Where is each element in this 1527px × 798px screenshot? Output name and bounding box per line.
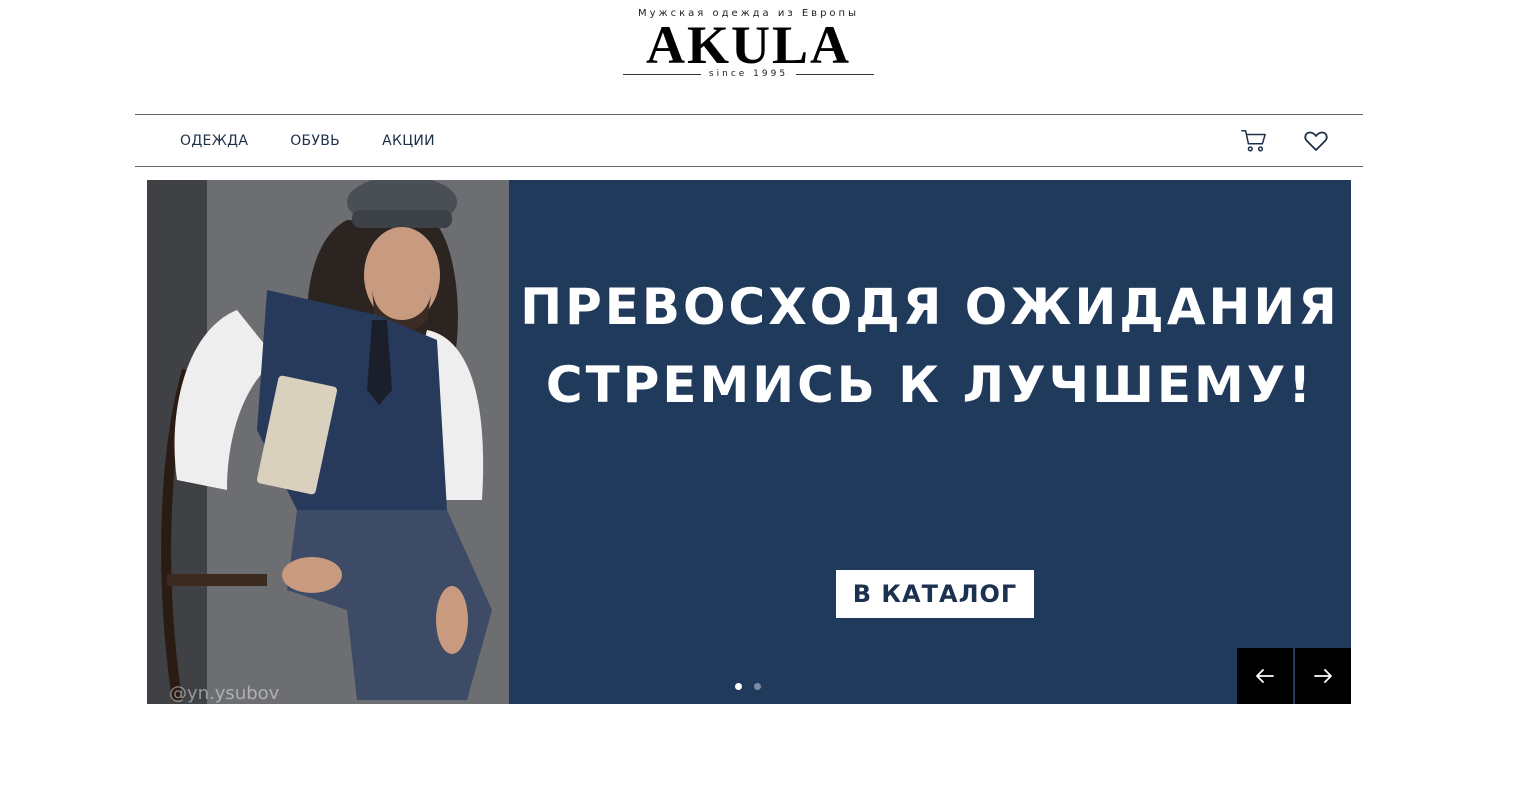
photo-watermark: @yn.ysubov bbox=[169, 683, 280, 704]
catalog-button[interactable]: В КАТАЛОГ bbox=[836, 570, 1034, 618]
hero-banner: @yn.ysubov ПРЕВОСХОДЯ ОЖИДАНИЯ СТРЕМИСЬ … bbox=[147, 180, 1351, 704]
main-navbar: ОДЕЖДА ОБУВЬ АКЦИИ bbox=[135, 114, 1363, 167]
hero-headline-line1: ПРЕВОСХОДЯ ОЖИДАНИЯ bbox=[520, 278, 1340, 336]
heart-icon[interactable] bbox=[1303, 128, 1329, 154]
carousel-next-button[interactable] bbox=[1295, 648, 1351, 704]
carousel-dot-1[interactable] bbox=[735, 683, 742, 690]
carousel-dots bbox=[735, 683, 761, 690]
nav-link-shoes[interactable]: ОБУВЬ bbox=[290, 133, 340, 149]
logo-wordmark: AKULA bbox=[645, 15, 851, 75]
carousel-dot-2[interactable] bbox=[754, 683, 761, 690]
logo-rule-right bbox=[796, 73, 875, 75]
nav-icons bbox=[1241, 115, 1329, 166]
logo-rule-left bbox=[622, 73, 701, 75]
cart-icon[interactable] bbox=[1241, 128, 1267, 154]
hero-model-photo: @yn.ysubov bbox=[147, 180, 509, 704]
nav-link-clothing[interactable]: ОДЕЖДА bbox=[180, 133, 248, 149]
logo-since-row: since 1995 bbox=[0, 69, 1497, 79]
hero-headline-line2: СТРЕМИСЬ К ЛУЧШЕМУ! bbox=[545, 356, 1315, 414]
nav-links: ОДЕЖДА ОБУВЬ АКЦИИ bbox=[180, 115, 435, 166]
arrow-right-icon bbox=[1314, 669, 1332, 683]
site-logo[interactable]: Мужская одежда из Европы AKULA since 199… bbox=[0, 8, 1497, 79]
logo-since: since 1995 bbox=[708, 69, 789, 79]
carousel-prev-button[interactable] bbox=[1237, 648, 1293, 704]
nav-link-sales[interactable]: АКЦИИ bbox=[382, 133, 435, 149]
arrow-left-icon bbox=[1256, 669, 1274, 683]
hero-headline: ПРЕВОСХОДЯ ОЖИДАНИЯ СТРЕМИСЬ К ЛУЧШЕМУ! bbox=[509, 268, 1351, 424]
